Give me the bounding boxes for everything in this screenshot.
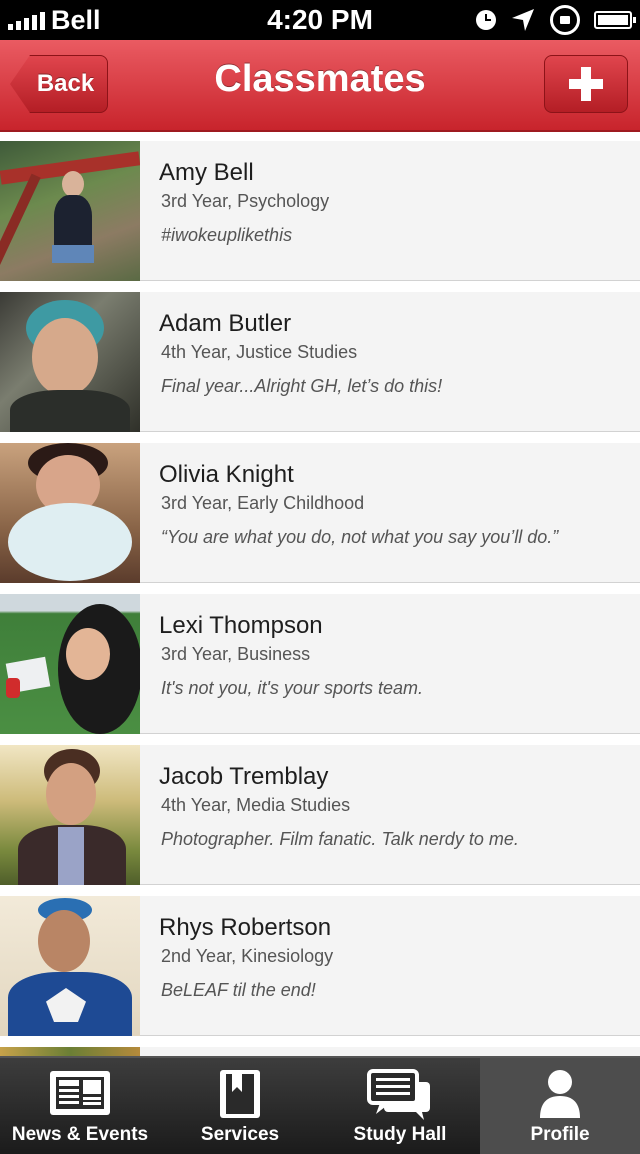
chat-bubbles-icon	[367, 1069, 430, 1120]
plus-icon	[569, 67, 603, 101]
list-item[interactable]: Amy Bell 3rd Year, Psychology #iwokeupli…	[0, 141, 640, 281]
tab-label: Study Hall	[353, 1124, 447, 1145]
bookmark-book-icon	[220, 1070, 260, 1118]
list-item[interactable]: Jacob Tremblay 4th Year, Media Studies P…	[0, 745, 640, 885]
tab-label: News & Events	[11, 1124, 149, 1145]
classmate-details: 4th Year, Media Studies	[161, 795, 351, 815]
avatar	[0, 745, 140, 885]
tab-label: Services	[200, 1124, 280, 1145]
tab-news-events[interactable]: News & Events	[0, 1058, 160, 1154]
classmate-bio: #iwokeuplikethis	[161, 225, 293, 245]
classmate-name: Lexi Thompson	[159, 612, 323, 639]
alarm-clock-icon	[476, 10, 496, 30]
person-icon	[540, 1070, 580, 1118]
avatar	[0, 141, 140, 281]
classmate-bio: Photographer. Film fanatic. Talk nerdy t…	[161, 829, 519, 849]
add-classmate-button[interactable]	[544, 55, 628, 113]
status-bar: Bell 4:20 PM	[0, 0, 640, 40]
classmate-details: 2nd Year, Kinesiology	[161, 946, 334, 966]
avatar	[0, 292, 140, 432]
tab-profile[interactable]: Profile	[480, 1058, 640, 1154]
location-arrow-icon	[512, 9, 534, 31]
classmate-bio: BeLEAF til the end!	[161, 980, 316, 1000]
list-item[interactable]	[0, 1047, 640, 1056]
classmate-details: 4th Year, Justice Studies	[161, 342, 358, 362]
classmate-bio: “You are what you do, not what you say y…	[161, 527, 559, 547]
avatar	[0, 443, 140, 583]
classmate-details: 3rd Year, Early Childhood	[161, 493, 365, 513]
rotation-lock-icon	[550, 5, 580, 35]
avatar	[0, 896, 140, 1036]
classmate-name: Olivia Knight	[159, 461, 294, 488]
list-item[interactable]: Rhys Robertson 2nd Year, Kinesiology BeL…	[0, 896, 640, 1036]
classmate-name: Adam Butler	[159, 310, 292, 337]
classmate-details: 3rd Year, Business	[161, 644, 311, 664]
classmate-name: Jacob Tremblay	[159, 763, 329, 790]
list-item[interactable]: Olivia Knight 3rd Year, Early Childhood …	[0, 443, 640, 583]
classmate-details: 3rd Year, Psychology	[161, 191, 330, 211]
classmates-list[interactable]: Amy Bell 3rd Year, Psychology #iwokeupli…	[0, 132, 640, 1056]
list-item[interactable]: Lexi Thompson 3rd Year, Business It's no…	[0, 594, 640, 734]
battery-icon	[594, 11, 636, 29]
list-item[interactable]: Adam Butler 4th Year, Justice Studies Fi…	[0, 292, 640, 432]
navigation-bar: Back Classmates	[0, 40, 640, 132]
classmate-name: Rhys Robertson	[159, 914, 332, 941]
classmate-name: Amy Bell	[159, 159, 254, 186]
newspaper-icon	[50, 1071, 110, 1115]
tab-label: Profile	[530, 1124, 590, 1145]
tab-study-hall[interactable]: Study Hall	[320, 1058, 480, 1154]
tab-bar: News & Events Services Study Hall Profil…	[0, 1056, 640, 1154]
avatar	[0, 1047, 140, 1056]
tab-services[interactable]: Services	[160, 1058, 320, 1154]
classmate-bio: Final year...Alright GH, let’s do this!	[161, 376, 443, 396]
avatar	[0, 594, 140, 734]
classmate-bio: It's not you, it's your sports team.	[161, 678, 423, 698]
